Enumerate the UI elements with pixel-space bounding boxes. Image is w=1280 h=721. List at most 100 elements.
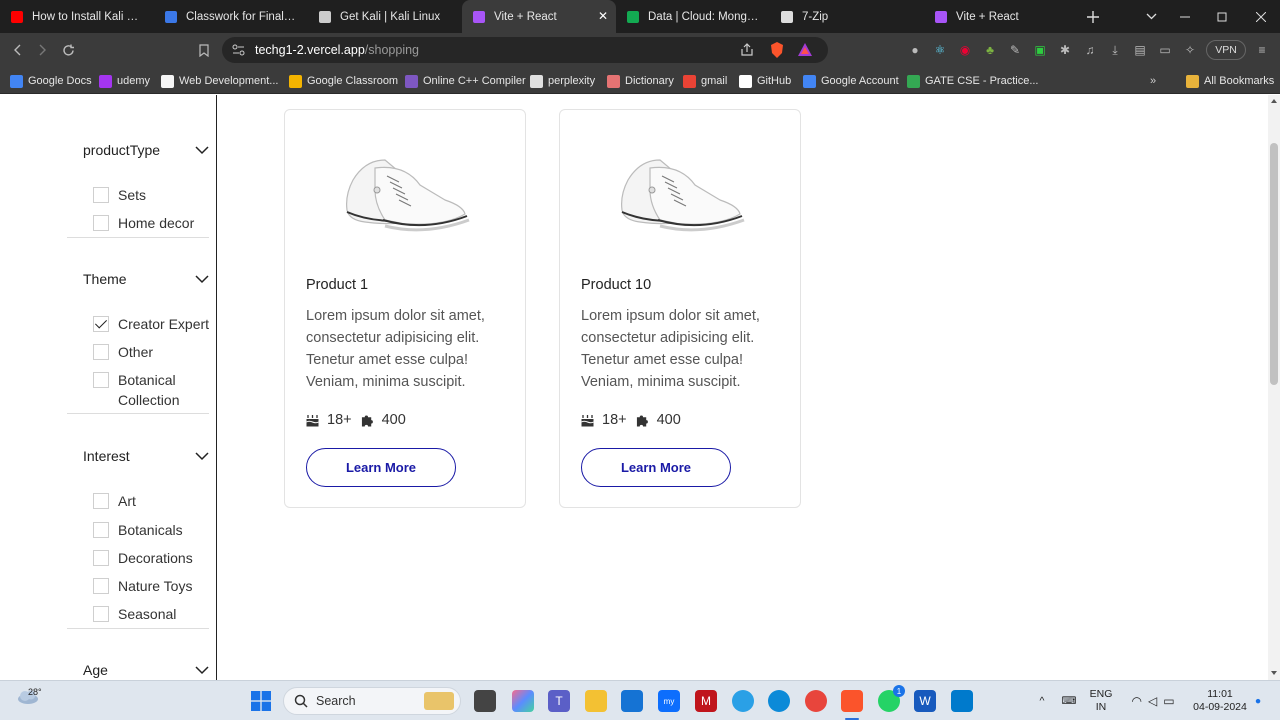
tray-overflow-icon[interactable]: ^: [1032, 681, 1052, 721]
checkbox[interactable]: [93, 493, 109, 509]
bookmark-item[interactable]: gmail: [683, 72, 727, 90]
learn-more-button[interactable]: Learn More: [581, 448, 731, 487]
all-bookmarks-folder[interactable]: All Bookmarks: [1186, 72, 1274, 90]
filter-option[interactable]: Decorations: [93, 548, 213, 568]
filter-option[interactable]: Other: [93, 342, 213, 362]
taskbar-search[interactable]: Search: [283, 687, 461, 715]
new-tab-button[interactable]: [1078, 0, 1108, 33]
start-button[interactable]: [250, 690, 272, 712]
extension-tree-icon[interactable]: ♣: [981, 41, 999, 59]
maximize-button[interactable]: [1207, 0, 1237, 33]
reload-button[interactable]: [56, 33, 80, 67]
site-info-icon[interactable]: [232, 44, 245, 56]
checkbox[interactable]: [93, 316, 109, 332]
media-icon[interactable]: ♫: [1081, 41, 1099, 59]
bookmark-item[interactable]: Online C++ Compiler: [405, 72, 526, 90]
checkbox[interactable]: [93, 215, 109, 231]
checkbox[interactable]: [93, 578, 109, 594]
brave-shields-icon[interactable]: [770, 42, 784, 58]
filter-option[interactable]: Botanicals: [93, 520, 213, 540]
vscode-icon[interactable]: [951, 690, 973, 712]
checkbox[interactable]: [93, 606, 109, 622]
page-scrollbar[interactable]: [1268, 95, 1280, 680]
bookmarks-overflow-icon[interactable]: »: [1150, 72, 1156, 90]
filter-option[interactable]: Art: [93, 491, 213, 511]
keyboard-icon[interactable]: ⌨: [1060, 681, 1078, 721]
tab-4[interactable]: Vite + React ✕: [462, 0, 616, 33]
scrollbar-thumb[interactable]: [1270, 143, 1278, 385]
forward-button[interactable]: [30, 33, 54, 67]
mcafee-icon[interactable]: M: [695, 690, 717, 712]
microsoft-store-icon[interactable]: [621, 690, 643, 712]
close-tab-icon[interactable]: ✕: [598, 9, 608, 23]
learn-more-button[interactable]: Learn More: [306, 448, 456, 487]
myapp-icon[interactable]: my: [658, 690, 680, 712]
chrome-icon[interactable]: [805, 690, 827, 712]
checkbox[interactable]: [93, 522, 109, 538]
checkbox[interactable]: [93, 187, 109, 203]
bookmark-item[interactable]: Google Account: [803, 72, 899, 90]
quick-settings[interactable]: ◠ ◁ ▭: [1123, 681, 1183, 721]
bookmark-item[interactable]: Dictionary: [607, 72, 674, 90]
filter-group-header[interactable]: Theme: [83, 269, 209, 289]
filter-option[interactable]: Seasonal: [93, 604, 213, 624]
filter-option[interactable]: Creator Expert: [93, 314, 213, 334]
filter-option[interactable]: Home decor: [93, 213, 213, 233]
eyedropper-icon[interactable]: ✎: [1006, 41, 1024, 59]
share-icon[interactable]: [740, 43, 754, 57]
tab-3[interactable]: Get Kali | Kali Linux: [308, 0, 462, 33]
whatsapp-icon[interactable]: 1: [878, 685, 905, 712]
filter-option[interactable]: Nature Toys: [93, 576, 213, 596]
checkbox[interactable]: [93, 550, 109, 566]
address-bar[interactable]: techg1-2.vercel.app/shopping: [222, 37, 828, 63]
edge-icon[interactable]: [768, 690, 790, 712]
bookmark-item[interactable]: GATE CSE - Practice...: [907, 72, 1039, 90]
bookmark-item[interactable]: Web Development...: [161, 72, 278, 90]
bookmark-item[interactable]: GitHub: [739, 72, 791, 90]
word-icon[interactable]: W: [914, 690, 936, 712]
weather-widget[interactable]: 28°: [16, 687, 42, 705]
notification-bell-icon[interactable]: ●: [1250, 681, 1266, 721]
menu-icon[interactable]: ≡: [1253, 41, 1271, 59]
brave-taskbar-icon[interactable]: [841, 690, 863, 712]
tab-7[interactable]: Vite + React: [924, 0, 1078, 33]
recorder-icon[interactable]: ◉: [956, 41, 974, 59]
close-window-button[interactable]: [1246, 0, 1276, 33]
bookmark-item[interactable]: udemy: [99, 72, 150, 90]
checkbox[interactable]: [93, 372, 109, 388]
vpn-button[interactable]: VPN: [1206, 40, 1246, 60]
task-view-icon[interactable]: [474, 690, 496, 712]
checkbox[interactable]: [93, 344, 109, 360]
back-button[interactable]: [6, 33, 30, 67]
filter-group-header[interactable]: Interest: [83, 446, 209, 466]
downloads-icon[interactable]: ⤓: [1106, 41, 1124, 59]
filter-option[interactable]: Sets: [93, 185, 213, 205]
react-devtools-icon[interactable]: ⚛: [931, 41, 949, 59]
sidebar-toggle-icon[interactable]: ▤: [1131, 41, 1149, 59]
filter-option[interactable]: Botanical Collection: [93, 370, 213, 410]
leo-ai-icon[interactable]: ✧: [1181, 41, 1199, 59]
tab-search-chevron-icon[interactable]: [1136, 0, 1166, 33]
bookmark-item[interactable]: Google Docs: [10, 72, 92, 90]
lock-extension-icon[interactable]: ▣: [1031, 41, 1049, 59]
brave-rewards-icon[interactable]: [798, 43, 812, 56]
extension-icon-1[interactable]: ●: [906, 41, 924, 59]
weather-app-icon[interactable]: [732, 690, 754, 712]
bookmark-item[interactable]: Google Classroom: [289, 72, 398, 90]
filter-group-header[interactable]: productType: [83, 140, 209, 160]
tab-2[interactable]: Classwork for Final Year C: [154, 0, 308, 33]
filter-group-header[interactable]: Age: [83, 660, 209, 680]
language-indicator[interactable]: ENG IN: [1086, 681, 1116, 721]
extensions-puzzle-icon[interactable]: ✱: [1056, 41, 1074, 59]
tab-6[interactable]: 7-Zip: [770, 0, 924, 33]
bookmark-icon[interactable]: [192, 33, 216, 67]
tab-1[interactable]: How to Install Kali Linux in: [0, 0, 154, 33]
bookmark-item[interactable]: perplexity: [530, 72, 595, 90]
tab-5[interactable]: Data | Cloud: MongoDB C: [616, 0, 770, 33]
file-explorer-icon[interactable]: [585, 690, 607, 712]
wallet-icon[interactable]: ▭: [1156, 41, 1174, 59]
minimize-button[interactable]: [1170, 0, 1200, 33]
scroll-up-arrow-icon[interactable]: [1271, 99, 1277, 103]
scroll-down-arrow-icon[interactable]: [1271, 671, 1277, 675]
clock[interactable]: 11:01 04-09-2024: [1188, 681, 1252, 721]
